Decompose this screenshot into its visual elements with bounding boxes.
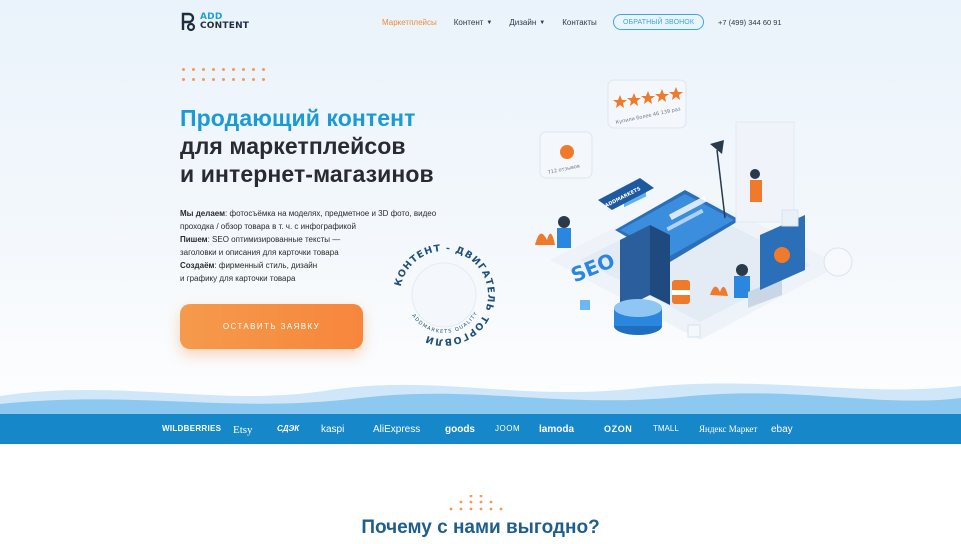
wave-decoration <box>0 383 961 444</box>
marketplace-ebay[interactable]: ebay <box>771 424 793 435</box>
section-title: Почему с нами выгодно? <box>361 517 600 538</box>
quality-badge: КОНТЕНТ - ДВИГАТЕЛЬ ТОРГОВЛИ ADDMARKETS … <box>393 243 495 347</box>
hero-title-accent: Продающий контент <box>180 105 416 131</box>
submit-request-button[interactable]: ОСТАВИТЬ ЗАЯВКУ <box>180 304 363 349</box>
dots-decoration <box>182 68 272 81</box>
hero-illustration: SEO ADDMARKETS Купили более 46 139 раз 7… <box>535 79 853 340</box>
hero-section: ADD CONTENT Маркетплейсы Контент ▼ Дизайн… <box>0 0 961 444</box>
marketplace-lamoda[interactable]: lamoda <box>539 424 574 435</box>
callback-button[interactable]: ОБРАТНЫЙ ЗВОНОК <box>613 14 704 30</box>
marketplace-joom[interactable]: JOOM <box>495 424 520 433</box>
marketplace-cdek[interactable]: СДЭК <box>277 424 299 433</box>
chevron-down-icon: ▼ <box>486 19 493 26</box>
desc-line: Мы делаем: фотосъёмка на моделях, предме… <box>180 209 437 218</box>
nav-contacts[interactable]: Контакты <box>562 18 597 27</box>
marketplace-goods[interactable]: goods <box>445 424 475 435</box>
nav-design[interactable]: Дизайн ▼ <box>509 18 545 27</box>
logo[interactable]: ADD CONTENT <box>180 12 249 32</box>
phone-number[interactable]: +7 (499) 344 60 91 <box>718 18 782 27</box>
hero-title-line3: и интернет-магазинов <box>180 161 434 187</box>
dots-decoration <box>449 495 503 511</box>
nav-marketplaces[interactable]: Маркетплейсы <box>382 18 437 27</box>
logo-icon <box>181 12 196 32</box>
marketplace-ozon[interactable]: OZON <box>604 424 632 434</box>
nav-content[interactable]: Контент ▼ <box>454 18 493 27</box>
marketplace-wildberries[interactable]: WILDBERRIES <box>162 424 221 433</box>
marketplace-aliexpress[interactable]: AliExpress <box>373 424 420 435</box>
hero-title-line2: для маркетплейсов <box>180 133 406 159</box>
hero-title: Продающий контент для маркетплейсов и ин… <box>180 104 434 188</box>
logo-line2: CONTENT <box>200 21 250 31</box>
desc-line: проходка / обзор товара в т. ч. с инфогр… <box>180 222 356 231</box>
marketplace-etsy[interactable]: Etsy <box>233 424 253 436</box>
marketplace-tmall[interactable]: TMALL <box>653 424 679 433</box>
main-nav: Маркетплейсы Контент ▼ Дизайн ▼ Контакты <box>382 18 597 27</box>
chevron-down-icon: ▼ <box>539 19 546 26</box>
marketplace-yandex-market[interactable]: Яндекс Маркет <box>699 424 757 434</box>
marketplace-kaspi[interactable]: kaspi <box>321 424 344 435</box>
